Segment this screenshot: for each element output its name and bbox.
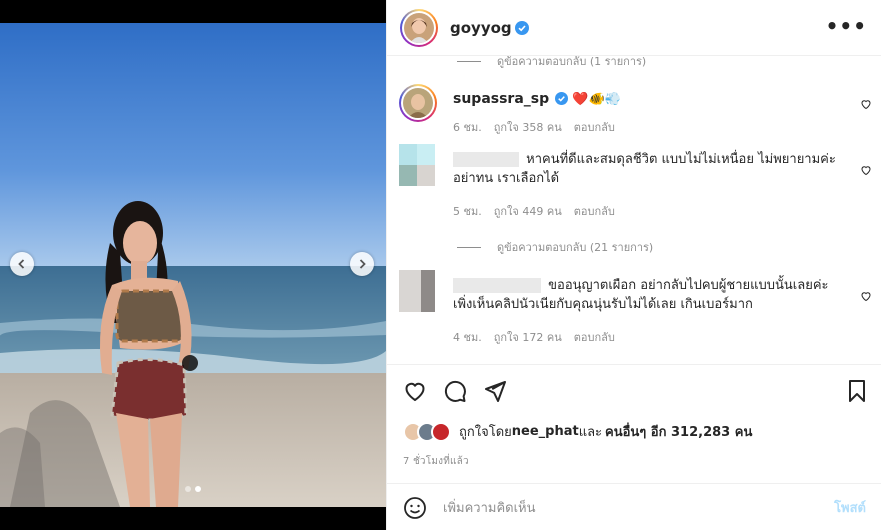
carousel-dot xyxy=(185,486,191,492)
post-timestamp: 7 ชั่วโมงที่แล้ว xyxy=(403,456,469,467)
commenter-username[interactable] xyxy=(453,152,519,167)
chevron-right-icon xyxy=(359,259,366,269)
avatar-border xyxy=(401,86,435,120)
commenter-username[interactable]: supassra_sp xyxy=(453,91,549,107)
comment-likes[interactable]: ถูกใจ 358 คน xyxy=(494,118,562,136)
previous-photo-button[interactable] xyxy=(10,252,34,276)
commenter-avatar[interactable] xyxy=(399,270,435,312)
commenter-avatar[interactable] xyxy=(399,84,437,122)
verified-badge-icon xyxy=(555,92,569,105)
view-replies-label: ดูข้อความตอบกลับ (1 รายการ) xyxy=(497,56,647,68)
view-replies-toggle[interactable]: ดูข้อความตอบกลับ (1 รายการ) xyxy=(457,56,646,70)
instagram-post-modal: goyyog ••• ดูข้อความตอบกลับ (1 รายการ) s… xyxy=(0,0,881,530)
comments-list: ดูข้อความตอบกลับ (1 รายการ) supassra_sp … xyxy=(387,56,881,364)
avatar-image xyxy=(404,12,434,43)
avatar-image xyxy=(403,88,433,118)
comment-time: 6 ชม. xyxy=(453,121,482,134)
action-icons xyxy=(403,379,507,403)
post-comment-button[interactable]: โพสต์ xyxy=(834,497,866,518)
post-actions: ถูกใจโดย nee_phat และ คนอื่นๆ อีก 312,28… xyxy=(387,364,881,530)
comment-text: supassra_sp ❤️🐠💨 xyxy=(453,90,848,109)
avatar-border xyxy=(402,10,436,45)
like-comment-icon[interactable] xyxy=(860,164,872,176)
commenter-avatar[interactable] xyxy=(399,144,435,186)
comment-time: 4 ชม. xyxy=(453,331,482,344)
post-media xyxy=(0,0,386,530)
others-count[interactable]: คนอื่นๆ อีก 312,283 คน xyxy=(605,421,752,442)
comment-time: 5 ชม. xyxy=(453,205,482,218)
carousel-dot-active xyxy=(195,486,201,492)
reply-divider xyxy=(457,246,481,248)
reply-button[interactable]: ตอบกลับ xyxy=(574,118,615,136)
author-avatar[interactable] xyxy=(400,8,438,47)
liker-avatar xyxy=(431,421,451,442)
add-comment-bar: เพิ่มความคิดเห็น โพสต์ xyxy=(387,483,881,530)
like-comment-icon[interactable] xyxy=(860,98,872,110)
comment-emojis: ❤️🐠💨 xyxy=(572,92,621,107)
chevron-left-icon xyxy=(18,259,25,269)
comment-meta: 6 ชม. ถูกใจ 358 คน ตอบกลับ xyxy=(453,118,615,136)
post-header: goyyog ••• xyxy=(387,0,881,56)
avatar-image xyxy=(399,270,435,312)
liker-avatars xyxy=(403,421,451,442)
verified-badge-icon xyxy=(514,20,529,35)
like-comment-icon[interactable] xyxy=(860,290,872,302)
save-bookmark-icon[interactable] xyxy=(846,379,868,403)
view-replies-label: ดูข้อความตอบกลับ (21 รายการ) xyxy=(497,241,654,254)
like-icon[interactable] xyxy=(403,379,427,403)
likes-connector: และ xyxy=(578,425,603,440)
comment-likes[interactable]: ถูกใจ 449 คน xyxy=(494,202,562,220)
comment-meta: 5 ชม. ถูกใจ 449 คน ตอบกลับ xyxy=(453,202,615,220)
post-details-panel: goyyog ••• ดูข้อความตอบกลับ (1 รายการ) s… xyxy=(386,0,881,530)
carousel-indicator xyxy=(185,486,201,492)
reply-button[interactable]: ตอบกลับ xyxy=(574,328,615,346)
comment-text: ขออนุญาตเผือก อย่ากลับไปคบผู้ชายแบบนั้นเ… xyxy=(453,276,848,314)
beach-photo xyxy=(0,23,386,507)
comment-input[interactable]: เพิ่มความคิดเห็น xyxy=(443,497,834,518)
likes-prefix: ถูกใจโดย xyxy=(459,425,512,440)
comment-icon[interactable] xyxy=(443,379,467,403)
likes-summary[interactable]: ถูกใจโดย nee_phat และ คนอื่นๆ อีก 312,28… xyxy=(403,421,752,442)
commenter-username[interactable] xyxy=(453,278,541,293)
author-username[interactable]: goyyog xyxy=(450,19,512,37)
reply-divider xyxy=(457,60,481,62)
next-photo-button[interactable] xyxy=(350,252,374,276)
reply-button[interactable]: ตอบกลับ xyxy=(574,202,615,220)
comment-meta: 4 ชม. ถูกใจ 172 คน ตอบกลับ xyxy=(453,328,615,346)
view-replies-toggle[interactable]: ดูข้อความตอบกลับ (21 รายการ) xyxy=(457,238,653,256)
share-icon[interactable] xyxy=(483,379,507,403)
emoji-icon[interactable] xyxy=(403,496,427,520)
comment-likes[interactable]: ถูกใจ 172 คน xyxy=(494,328,562,346)
liker-username[interactable]: nee_phat xyxy=(512,424,579,439)
avatar-image xyxy=(399,144,435,186)
more-options-icon[interactable]: ••• xyxy=(826,14,867,38)
comment-text: หาคนที่ดีและสมดุลชีวิต แบบไม่ไม่เหนื่อย … xyxy=(453,150,848,188)
post-photo xyxy=(0,23,386,507)
